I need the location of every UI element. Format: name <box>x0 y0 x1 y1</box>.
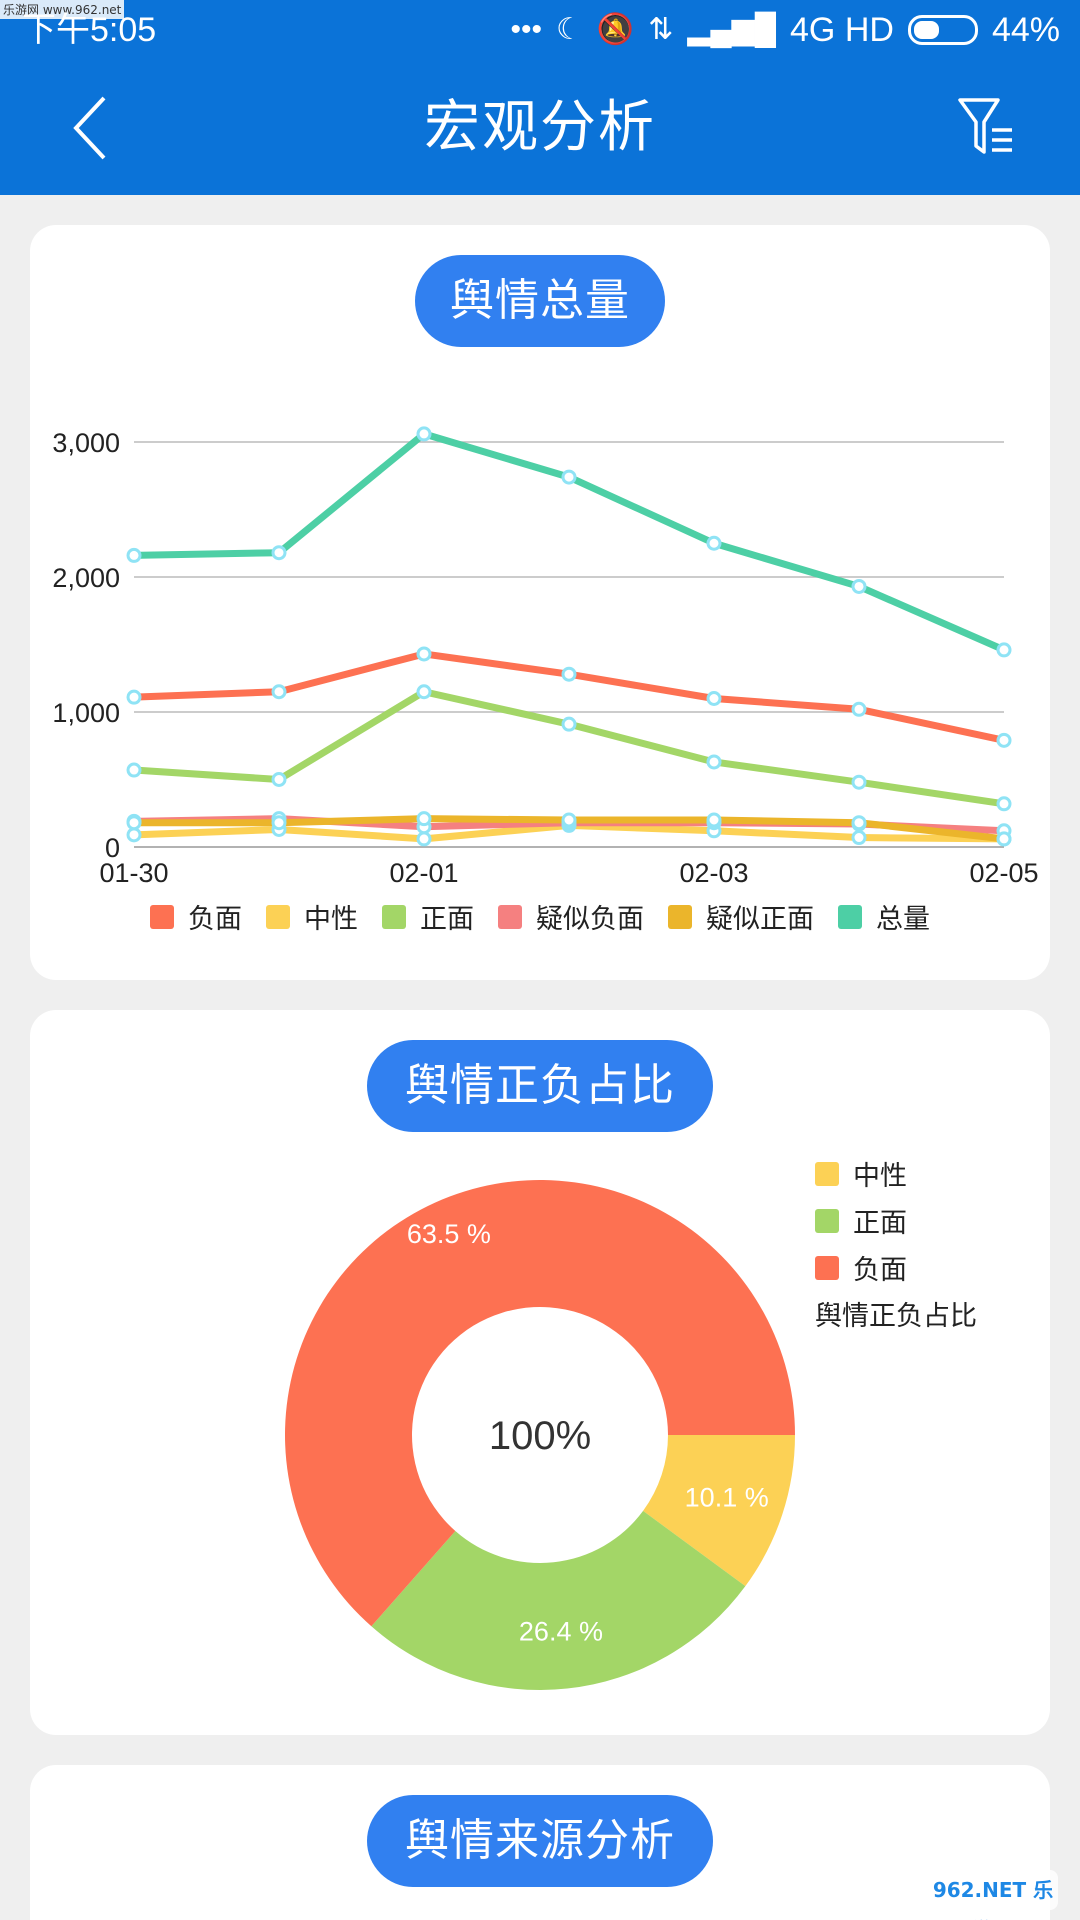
series-point <box>271 772 287 787</box>
series-point <box>416 426 432 442</box>
status-bar: 乐游网 www.962.net 下午5:05 ••• ☾ 🔕 ⇅ ▂▄▆█ 4G… <box>0 0 1080 60</box>
legend-swatch-positive <box>815 1208 839 1233</box>
legend-swatch <box>266 904 290 929</box>
series-point <box>706 691 722 706</box>
legend-item[interactable]: 负面 <box>150 897 242 936</box>
donut-slice-label: 26.4 % <box>519 1616 603 1646</box>
series-point <box>851 578 867 594</box>
source-analysis-title: 舆情来源分析 <box>367 1795 713 1887</box>
battery-fill <box>913 21 940 39</box>
series-point <box>561 812 577 828</box>
series-point <box>851 830 867 846</box>
legend-item-negative[interactable]: 负面 <box>815 1244 977 1291</box>
legend-label: 疑似正面 <box>706 904 814 935</box>
legend-item[interactable]: 中性 <box>266 897 358 936</box>
legend-swatch-negative <box>815 1255 839 1280</box>
site-logo-watermark: 962.NET 乐游网 <box>928 1870 1058 1920</box>
series-point <box>561 666 577 682</box>
legend-item[interactable]: 疑似负面 <box>498 897 644 936</box>
series-point <box>561 716 577 732</box>
series-point <box>271 684 287 700</box>
legend-item-neutral[interactable]: 中性 <box>815 1150 977 1197</box>
series-point <box>271 545 287 561</box>
legend-swatch <box>498 904 522 929</box>
series-point <box>851 701 867 717</box>
x-tick-label: 02-01 <box>389 858 458 888</box>
total-volume-card: 舆情总量 0 1,000 2,000 3,000 01-30 02-01 02-03 02-0… <box>30 225 1050 980</box>
page-title: 宏观分析 <box>424 95 656 160</box>
series-point <box>851 774 867 790</box>
sentiment-ratio-card: 舆情正负占比 10.1 % 26.4 % 63.5 % 100% 中性 正面 负面 舆… <box>30 1010 1050 1735</box>
status-icons: ••• ☾ 🔕 ⇅ ▂▄▆█ 4G HD 44% <box>510 10 1060 50</box>
app-bar: 宏观分析 <box>0 60 1080 195</box>
mute-icon: 🔕 <box>596 13 635 46</box>
source-analysis-card: 舆情来源分析 <box>30 1765 1050 1920</box>
donut-slice-label: 10.1 % <box>685 1482 769 1512</box>
series-point <box>706 535 722 551</box>
series-point <box>126 827 142 843</box>
series-line <box>130 430 1008 654</box>
series-point <box>851 815 867 831</box>
network-type: 4G HD <box>790 10 894 49</box>
legend-swatch <box>668 904 692 929</box>
series-point <box>271 815 287 831</box>
series-point <box>126 762 142 778</box>
total-volume-line-chart: 01,0002,0003,00001-30 02-01 02-03 02-05 <box>52 426 1039 888</box>
legend-swatch <box>382 904 406 929</box>
battery-percent: 44% <box>991 10 1060 49</box>
series-point <box>561 469 577 485</box>
legend-label: 正面 <box>420 904 474 935</box>
series-point <box>996 642 1012 658</box>
x-tick-label: 02-05 <box>969 858 1038 888</box>
series-point <box>416 811 432 827</box>
line-chart-legend: 负面 中性 正面 疑似负面 疑似正面 总量 <box>30 897 1050 936</box>
legend-label-neutral: 中性 <box>853 1161 907 1192</box>
legend-label: 总量 <box>876 904 930 935</box>
series-point <box>126 815 142 831</box>
series-point <box>416 831 432 847</box>
series-point <box>126 547 142 563</box>
donut-center-label: 100% <box>489 1414 591 1458</box>
y-tick-label: 2,000 <box>52 563 120 593</box>
sentiment-donut-chart: 10.1 % 26.4 % 63.5 % 100% <box>285 1180 795 1690</box>
series-point <box>706 812 722 828</box>
legend-label: 中性 <box>304 904 358 935</box>
legend-swatch-neutral <box>815 1161 839 1186</box>
legend-label-positive: 正面 <box>853 1208 907 1239</box>
legend-item[interactable]: 疑似正面 <box>668 897 814 936</box>
legend-item[interactable]: 正面 <box>382 897 474 936</box>
donut-slice-label: 63.5 % <box>407 1219 491 1249</box>
data-transfer-icon: ⇅ <box>648 13 674 46</box>
series-point <box>416 646 432 662</box>
more-dots-icon: ••• <box>510 13 542 46</box>
y-tick-label: 3,000 <box>52 428 120 458</box>
legend-item-positive[interactable]: 正面 <box>815 1197 977 1244</box>
legend-swatch <box>838 904 862 929</box>
x-tick-label: 01-30 <box>99 858 168 888</box>
legend-swatch <box>150 904 174 929</box>
signal-icon: ▂▄▆█ <box>687 13 777 46</box>
legend-label: 疑似负面 <box>536 904 644 935</box>
legend-caption: 舆情正负占比 <box>815 1301 977 1332</box>
series-point <box>416 684 432 700</box>
donut-legend: 中性 正面 负面 舆情正负占比 <box>815 1150 977 1340</box>
series-point <box>996 796 1012 812</box>
series-point <box>126 689 142 705</box>
legend-item[interactable]: 总量 <box>838 897 930 936</box>
x-tick-label: 02-03 <box>679 858 748 888</box>
status-time: 下午5:05 <box>22 11 157 49</box>
series-point <box>996 831 1012 847</box>
legend-label-negative: 负面 <box>853 1255 907 1286</box>
series-point <box>706 754 722 770</box>
y-tick-label: 1,000 <box>52 698 120 728</box>
legend-label: 负面 <box>188 904 242 935</box>
battery-icon <box>907 15 978 45</box>
series-line <box>130 688 1008 808</box>
series-point <box>996 732 1012 748</box>
filter-icon[interactable] <box>958 96 1016 160</box>
moon-icon: ☾ <box>555 13 583 46</box>
